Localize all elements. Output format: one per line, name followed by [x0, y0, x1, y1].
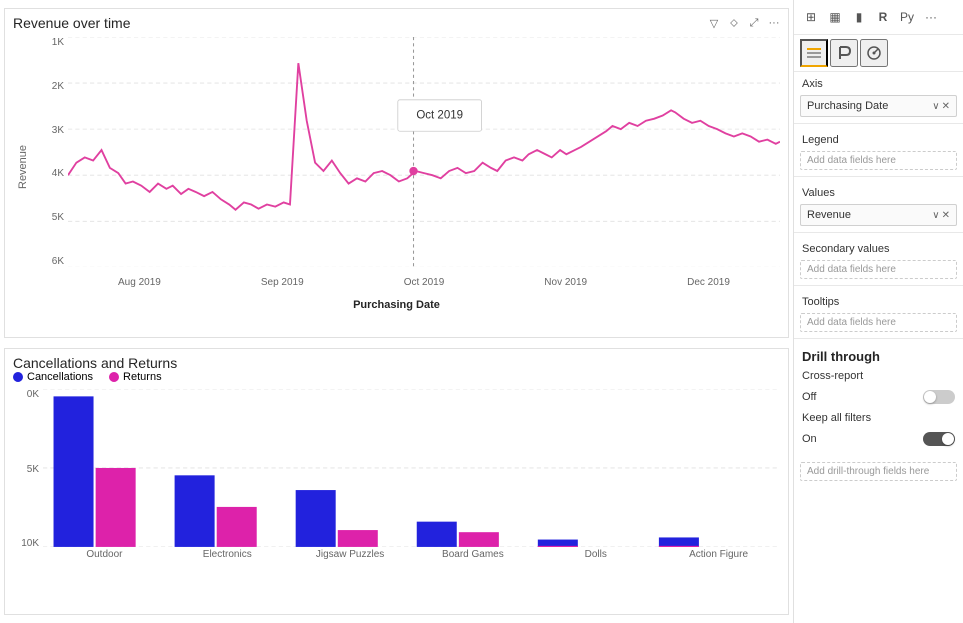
y-tick: 1K: [33, 37, 68, 48]
keep-filters-toggle-row: On: [802, 432, 955, 446]
axis-remove-icon[interactable]: ✕: [942, 101, 950, 112]
analytics-icon[interactable]: [860, 39, 888, 67]
bar-x-axis: Outdoor Electronics Jigsaw Puzzles Board…: [43, 549, 780, 569]
x-axis-label: Purchasing Date: [13, 299, 780, 311]
y-axis-label: Revenue: [13, 37, 33, 297]
drill-add-field[interactable]: Add drill-through fields here: [800, 462, 957, 481]
axis-field-controls: ∨ ✕: [932, 101, 950, 112]
bar-chart-icon[interactable]: ▮: [848, 6, 870, 28]
r-icon[interactable]: R: [872, 6, 894, 28]
legend-returns: Returns: [109, 371, 162, 383]
values-expand-icon[interactable]: ∨: [932, 210, 939, 221]
y-tick: 3K: [33, 125, 68, 136]
x-tick: Aug 2019: [118, 277, 161, 288]
right-panel: ⊞ ▦ ▮ R Py ··· Axis Purchasing Date ∨ ✕ …: [793, 0, 963, 623]
legend-label-cancellations: Cancellations: [27, 371, 93, 383]
keep-filters-label-row: Keep all filters: [802, 412, 955, 424]
y-tick: 6K: [33, 256, 68, 267]
bar-chart: Cancellations and Returns Cancellations …: [4, 348, 789, 615]
keep-filters-thumb: [942, 433, 954, 445]
values-field-box[interactable]: Revenue ∨ ✕: [800, 204, 957, 226]
filter-icon[interactable]: ▽: [706, 15, 722, 31]
bar-y-tick: 5K: [13, 464, 43, 475]
bar-x-label: Electronics: [166, 549, 289, 569]
panel-toolbar-row1: ⊞ ▦ ▮ R Py ···: [794, 6, 963, 35]
bar-x-label: Jigsaw Puzzles: [289, 549, 412, 569]
drill-through-section: Drill through Cross-report Off Keep all …: [794, 343, 963, 460]
legend-section-label: Legend: [794, 128, 963, 149]
bar-x-label: Dolls: [534, 549, 657, 569]
revenue-chart: Revenue over time ▽ ⬦ ⤢ ··· Revenue 6K 5…: [4, 8, 789, 338]
y-tick: 2K: [33, 81, 68, 92]
cross-report-label: Cross-report: [802, 370, 863, 382]
legend: Cancellations Returns: [13, 371, 780, 383]
tooltips-section-label: Tooltips: [794, 290, 963, 311]
fields-icon[interactable]: [800, 39, 828, 67]
y-ticks: 6K 5K 4K 3K 2K 1K: [33, 37, 68, 267]
axis-field-text: Purchasing Date: [807, 100, 888, 112]
x-tick: Nov 2019: [544, 277, 587, 288]
x-axis: Aug 2019 Sep 2019 Oct 2019 Nov 2019 Dec …: [68, 267, 780, 297]
cross-report-state: Off: [802, 391, 816, 403]
legend-label-returns: Returns: [123, 371, 162, 383]
x-tick: Dec 2019: [687, 277, 730, 288]
revenue-svg: Oct 2019: [68, 37, 780, 267]
bar-x-label: Board Games: [411, 549, 534, 569]
y-tick: 5K: [33, 212, 68, 223]
more-visuals-icon[interactable]: ···: [920, 6, 942, 28]
legend-dot-cancellations: [13, 372, 23, 382]
secondary-values-add-field[interactable]: Add data fields here: [800, 260, 957, 279]
highlight-icon[interactable]: ⬦: [726, 15, 742, 31]
grid-icon[interactable]: ⊞: [800, 6, 822, 28]
tooltips-add-field[interactable]: Add data fields here: [800, 313, 957, 332]
axis-field-box[interactable]: Purchasing Date ∨ ✕: [800, 95, 957, 117]
svg-text:Oct 2019: Oct 2019: [416, 110, 463, 122]
bar-chart-title: Cancellations and Returns: [13, 355, 177, 371]
legend-add-field[interactable]: Add data fields here: [800, 151, 957, 170]
chart-inner: 6K 5K 4K 3K 2K 1K: [33, 37, 780, 297]
format-icon[interactable]: [830, 39, 858, 67]
y-tick: 4K: [33, 168, 68, 179]
table-icon[interactable]: ▦: [824, 6, 846, 28]
values-field-text: Revenue: [807, 209, 851, 221]
bar-y-ticks: 10K 5K 0K: [13, 389, 43, 569]
revenue-chart-title: Revenue over time: [13, 15, 131, 31]
values-field-controls: ∨ ✕: [932, 210, 950, 221]
bar-chart-area: 10K 5K 0K: [13, 389, 780, 569]
bar-x-label: Action Figure: [657, 549, 780, 569]
secondary-values-section-label: Secondary values: [794, 237, 963, 258]
values-remove-icon[interactable]: ✕: [942, 210, 950, 221]
x-tick: Oct 2019: [404, 277, 445, 288]
panel-toolbar-row2: [794, 35, 963, 72]
cross-report-row: Cross-report: [802, 370, 955, 382]
legend-cancellations: Cancellations: [13, 371, 93, 383]
bar-svg: [43, 389, 780, 547]
more-icon[interactable]: ···: [766, 15, 782, 31]
keep-filters-state: On: [802, 433, 817, 445]
axis-expand-icon[interactable]: ∨: [932, 101, 939, 112]
drill-through-title: Drill through: [802, 349, 955, 364]
py-icon[interactable]: Py: [896, 6, 918, 28]
legend-dot-returns: [109, 372, 119, 382]
bar-y-tick: 0K: [13, 389, 43, 400]
axis-section-label: Axis: [794, 72, 963, 93]
chart-toolbar: ▽ ⬦ ⤢ ···: [706, 15, 782, 31]
x-tick: Sep 2019: [261, 277, 304, 288]
keep-filters-toggle[interactable]: [923, 432, 955, 446]
bar-y-tick: 10K: [13, 538, 43, 549]
cross-report-toggle[interactable]: [923, 390, 955, 404]
values-section-label: Values: [794, 181, 963, 202]
cross-report-toggle-row: Off: [802, 390, 955, 404]
bar-chart-inner: Outdoor Electronics Jigsaw Puzzles Board…: [43, 389, 780, 569]
cross-report-thumb: [924, 391, 936, 403]
keep-filters-label: Keep all filters: [802, 412, 871, 424]
expand-icon[interactable]: ⤢: [746, 15, 762, 31]
revenue-chart-area: Revenue 6K 5K 4K 3K 2K 1K: [13, 37, 780, 297]
bar-x-label: Outdoor: [43, 549, 166, 569]
